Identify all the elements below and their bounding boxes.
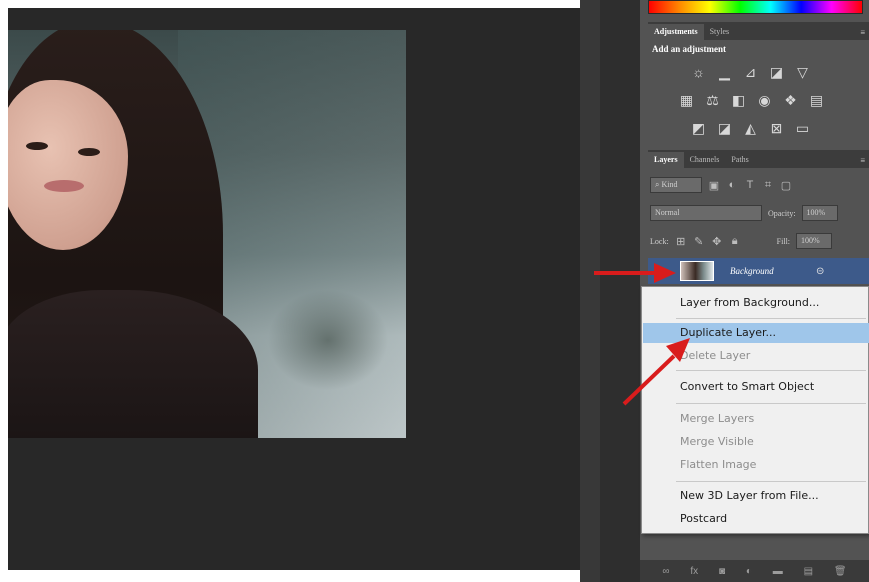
filter-kind-select[interactable]: ⌕ Kind — [650, 177, 702, 193]
fill-field[interactable]: 100% — [796, 233, 833, 249]
exposure-icon[interactable]: ◪ — [768, 64, 785, 80]
channel-mixer-icon[interactable]: ❖ — [782, 92, 799, 108]
color-balance-icon[interactable]: ⚖ — [704, 92, 721, 108]
color-lookup-icon[interactable]: ▤ — [808, 92, 825, 108]
lock-transparent-icon[interactable]: ⊞ — [675, 235, 687, 248]
blend-opacity-row: Normal Opacity: 100% — [650, 204, 838, 222]
type-filter-icon[interactable]: T — [744, 179, 756, 191]
layers-panel-footer: ∞ fx ◙ ◐ ▬ ▤ 🗑︎ — [640, 560, 869, 582]
fill-label: Fill: — [776, 236, 791, 246]
pixel-filter-icon[interactable]: ▣ — [708, 179, 720, 192]
shape-filter-icon[interactable]: ⌗ — [762, 179, 774, 192]
layer-context-menu: Layer from Background... Duplicate Layer… — [641, 286, 869, 534]
curves-icon[interactable]: ⊿ — [742, 64, 759, 80]
menu-separator — [676, 318, 866, 319]
menu-item-merge-visible[interactable]: Merge Visible — [643, 432, 869, 452]
menu-item-duplicate-layer[interactable]: Duplicate Layer... — [643, 323, 869, 343]
menu-separator — [676, 370, 866, 371]
lock-label: Lock: — [650, 236, 669, 246]
adjustment-icons-row-2: ▦ ⚖ ◧ ◉ ❖ ▤ — [678, 92, 825, 108]
lock-fill-row: Lock: ⊞ ✎ ✥ 🔒︎ Fill: 100% — [650, 232, 833, 250]
menu-item-merge-layers[interactable]: Merge Layers — [643, 409, 869, 429]
color-spectrum-bar[interactable] — [648, 0, 863, 14]
link-layers-icon[interactable]: ∞ — [662, 566, 669, 577]
layer-name: Background — [730, 266, 774, 276]
panel-divider[interactable] — [580, 0, 600, 582]
menu-item-postcard[interactable]: Postcard — [643, 509, 869, 529]
adjustments-tabbar: Adjustments Styles ≡ — [648, 22, 869, 40]
photo-image — [8, 30, 406, 438]
layers-panel-menu-icon[interactable]: ≡ — [856, 153, 869, 168]
layer-row-background[interactable]: Background ⊝ — [648, 258, 869, 284]
new-adjustment-layer-icon[interactable]: ◐ — [746, 566, 752, 577]
menu-item-flatten-image[interactable]: Flatten Image — [643, 455, 869, 475]
tab-paths[interactable]: Paths — [725, 152, 754, 168]
smart-object-filter-icon[interactable]: ▢ — [780, 179, 792, 192]
trash-icon[interactable]: 🗑︎ — [834, 566, 847, 577]
gradient-map-icon[interactable]: ▭ — [794, 120, 811, 136]
vibrance-icon[interactable]: ▽ — [794, 64, 811, 80]
blend-mode-select[interactable]: Normal — [650, 205, 762, 221]
invert-icon[interactable]: ◩ — [690, 120, 707, 136]
photo-filter-icon[interactable]: ◉ — [756, 92, 773, 108]
adjustment-icons-row-1: ☼ ▁ ⊿ ◪ ▽ — [690, 64, 811, 80]
black-white-icon[interactable]: ◧ — [730, 92, 747, 108]
opacity-field[interactable]: 100% — [801, 205, 838, 221]
tab-adjustments[interactable]: Adjustments — [648, 24, 704, 40]
levels-icon[interactable]: ▁ — [716, 64, 733, 80]
posterize-icon[interactable]: ◪ — [716, 120, 733, 136]
menu-separator — [676, 403, 866, 404]
add-mask-icon[interactable]: ◙ — [719, 566, 725, 577]
menu-item-delete-layer[interactable]: Delete Layer — [643, 346, 869, 366]
lock-pixels-icon[interactable]: ✎ — [693, 235, 705, 248]
new-group-icon[interactable]: ▬ — [773, 566, 783, 577]
layer-thumbnail — [680, 261, 714, 281]
adjustment-icons-row-3: ◩ ◪ ◭ ⊠ ▭ — [690, 120, 811, 136]
menu-item-layer-from-background[interactable]: Layer from Background... — [643, 293, 869, 313]
tab-channels[interactable]: Channels — [684, 152, 726, 168]
layers-tabbar: Layers Channels Paths ≡ — [648, 150, 869, 168]
lock-all-icon[interactable]: 🔒︎ — [729, 235, 741, 248]
menu-item-new-3d-layer[interactable]: New 3D Layer from File... — [643, 486, 869, 506]
panel-dock-gap — [600, 0, 640, 582]
threshold-icon[interactable]: ◭ — [742, 120, 759, 136]
opacity-label: Opacity: — [768, 208, 796, 218]
new-layer-icon[interactable]: ▤ — [804, 566, 813, 577]
layer-filter-row: ⌕ Kind ▣ ◐ T ⌗ ▢ — [650, 176, 792, 194]
adjustments-title: Add an adjustment — [652, 44, 727, 54]
tab-layers[interactable]: Layers — [648, 152, 684, 168]
menu-item-convert-smart-object[interactable]: Convert to Smart Object — [643, 377, 869, 397]
selective-color-icon[interactable]: ⊠ — [768, 120, 785, 136]
lock-icon: ⊝ — [816, 265, 825, 277]
document-canvas[interactable] — [8, 8, 580, 570]
hue-saturation-icon[interactable]: ▦ — [678, 92, 695, 108]
layer-style-icon[interactable]: fx — [690, 566, 698, 577]
adjustment-filter-icon[interactable]: ◐ — [726, 179, 738, 191]
tab-styles[interactable]: Styles — [704, 24, 736, 40]
menu-separator — [676, 481, 866, 482]
lock-position-icon[interactable]: ✥ — [711, 235, 723, 248]
adjustments-panel-menu-icon[interactable]: ≡ — [856, 25, 869, 40]
brightness-contrast-icon[interactable]: ☼ — [690, 64, 707, 80]
